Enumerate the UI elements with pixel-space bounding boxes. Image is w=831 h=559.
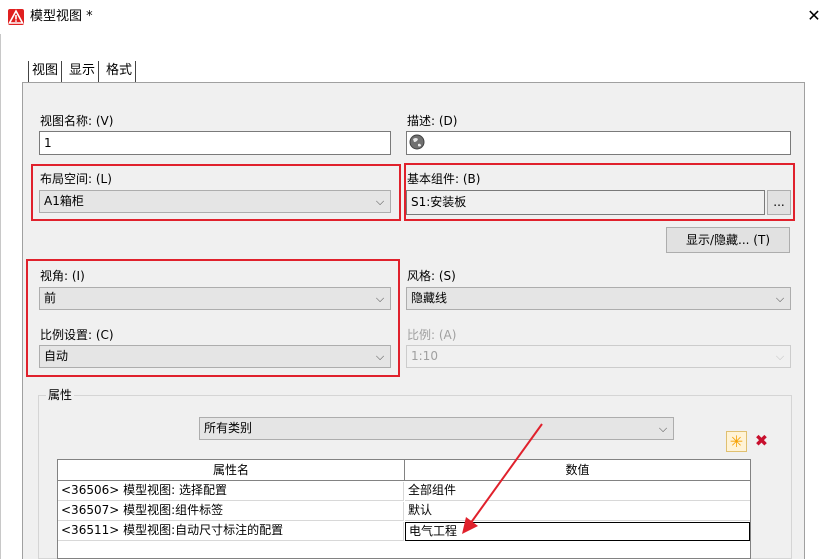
globe-icon[interactable] xyxy=(409,134,425,150)
window-title: 模型视图 * xyxy=(30,9,93,24)
delete-property-icon[interactable]: ✖ xyxy=(751,431,772,452)
category-value: 所有类别 xyxy=(204,421,253,435)
window-border xyxy=(0,34,1,559)
highlight-box xyxy=(31,164,401,221)
warning-app-icon xyxy=(8,9,24,25)
annotation-arrow-icon xyxy=(462,423,543,534)
scale-value: 1:10 xyxy=(411,349,438,363)
style-label: 风格: (S) xyxy=(407,269,456,283)
chevron-down-icon: ⌵ xyxy=(775,292,785,305)
table-row-name[interactable]: <36507> 模型视图:组件标签 xyxy=(58,502,404,521)
tab-display[interactable]: 显示 xyxy=(66,61,100,83)
show-hide-button[interactable]: 显示/隐藏... (T) xyxy=(666,227,790,253)
new-property-icon[interactable]: ✳ xyxy=(726,431,747,452)
scale-select: 1:10 ⌵ xyxy=(406,345,791,368)
properties-group-label: 属性 xyxy=(46,388,75,402)
warning-triangle-icon xyxy=(8,9,24,24)
view-name-label: 视图名称: (V) xyxy=(40,114,114,128)
chevron-down-icon: ⌵ xyxy=(658,422,668,435)
table-row-name[interactable]: <36506> 模型视图: 选择配置 xyxy=(58,482,404,501)
highlight-box xyxy=(404,163,795,221)
description-input[interactable] xyxy=(406,131,791,155)
table-row-name[interactable]: <36511> 模型视图:自动尺寸标注的配置 xyxy=(58,522,404,541)
close-icon[interactable]: ✕ xyxy=(806,7,822,25)
style-select[interactable]: 隐藏线 ⌵ xyxy=(406,287,791,310)
style-value: 隐藏线 xyxy=(411,291,448,305)
column-header-name[interactable]: 属性名 xyxy=(57,459,405,481)
category-select[interactable]: 所有类别 ⌵ xyxy=(199,417,674,440)
view-name-input[interactable]: 1 xyxy=(39,131,391,155)
description-label: 描述: (D) xyxy=(407,114,458,128)
tab-format[interactable]: 格式 xyxy=(103,61,137,83)
scale-label: 比例: (A) xyxy=(407,328,457,342)
tab-view[interactable]: 视图 xyxy=(28,61,63,83)
title-bar xyxy=(0,0,831,34)
highlight-box xyxy=(26,259,400,377)
chevron-down-icon: ⌵ xyxy=(775,350,785,363)
